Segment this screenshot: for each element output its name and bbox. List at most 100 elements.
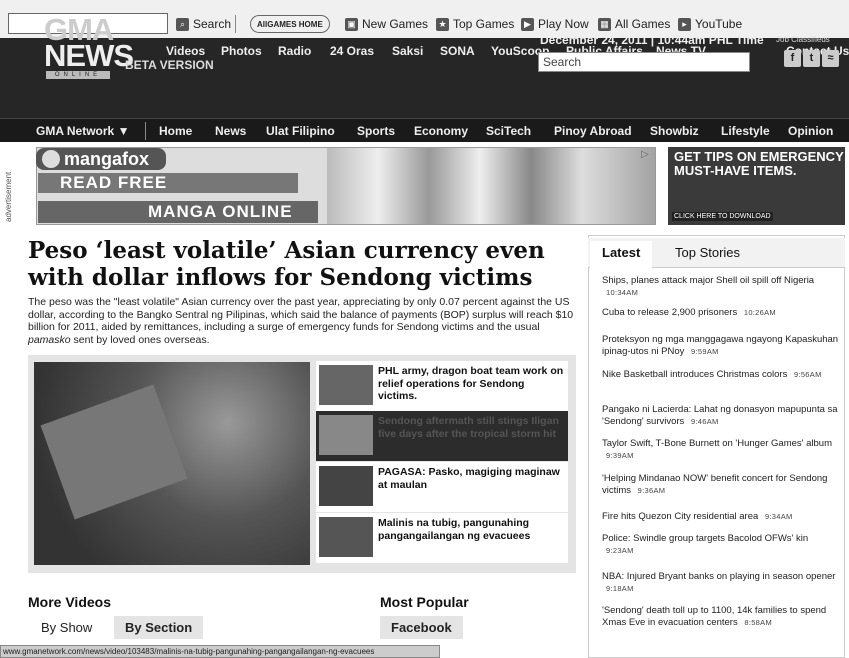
news-item-time: 9:23AM <box>606 546 634 555</box>
ad-manga-online-text: MANGA ONLINE <box>38 201 318 223</box>
toolbar-search-button[interactable]: ⌕ Search <box>176 14 231 34</box>
toolbar-divider <box>235 15 236 33</box>
nav-24-oras[interactable]: 24 Oras <box>330 44 374 58</box>
nav-news[interactable]: News <box>215 124 246 138</box>
most-popular-heading: Most Popular <box>380 594 469 610</box>
news-logo-text[interactable]: NEWS <box>44 38 134 74</box>
tab-latest[interactable]: Latest <box>590 241 653 268</box>
emergency-ad-text: GET TIPS ON EMERGENCY MUST-HAVE ITEMS. <box>674 149 844 178</box>
rss-icon[interactable]: ≈ <box>822 50 839 67</box>
mangafox-logo-icon <box>42 150 60 168</box>
allgames-home-button[interactable]: AllGAMES HOME <box>250 15 330 33</box>
news-item-time: 9:59AM <box>691 347 719 356</box>
latest-news-item[interactable]: Ships, planes attack major Shell oil spi… <box>602 275 839 299</box>
related-story[interactable]: Malinis na tubig, pangunahing pangangail… <box>316 513 568 563</box>
online-label: ONLINE <box>46 71 110 79</box>
news-item-title: Taylor Swift, T-Bone Burnett on 'Hunger … <box>602 438 832 449</box>
tab-top-stories[interactable]: Top Stories <box>663 241 752 268</box>
latest-news-item[interactable]: Pangako ni Lacierda: Lahat ng donasyon m… <box>602 404 839 428</box>
news-item-time: 10:26AM <box>743 308 776 317</box>
news-item-time: 9:18AM <box>606 584 634 593</box>
news-item-title: Ships, planes attack major Shell oil spi… <box>602 275 815 286</box>
facebook-icon[interactable]: f <box>784 50 801 67</box>
youtube-link[interactable]: ▸ YouTube <box>678 14 742 34</box>
news-item-title: Nike Basketball introduces Christmas col… <box>602 369 788 380</box>
ad-read-free-text: READ FREE <box>38 173 298 193</box>
related-thumbnail <box>319 517 373 557</box>
site-search-input[interactable]: Search <box>538 52 750 72</box>
news-item-time: 9:34AM <box>764 512 793 521</box>
related-thumbnail <box>319 466 373 506</box>
latest-news-item[interactable]: Proteksyon ng mga manggagawa ngayong Kap… <box>602 334 839 358</box>
nav-gma-network[interactable]: GMA Network ▼ <box>36 124 129 138</box>
nav-showbiz[interactable]: Showbiz <box>650 124 699 138</box>
nav-divider <box>145 122 146 140</box>
nav-opinion[interactable]: Opinion <box>788 124 833 138</box>
related-story[interactable]: PAGASA: Pasko, magiging maginaw at maula… <box>316 462 568 512</box>
news-item-time: 9:39AM <box>606 451 634 460</box>
nav-economy[interactable]: Economy <box>414 124 468 138</box>
nav-sports[interactable]: Sports <box>357 124 395 138</box>
more-videos-heading: More Videos <box>28 594 111 610</box>
article-headline[interactable]: Peso ‘least volatile’ Asian currency eve… <box>28 237 588 291</box>
related-story[interactable]: PHL army, dragon boat team work on relie… <box>316 361 568 411</box>
nav-pinoy-abroad[interactable]: Pinoy Abroad <box>554 124 632 138</box>
all-games-link[interactable]: ▦ All Games <box>598 14 670 34</box>
game-icon: ▣ <box>345 17 358 31</box>
twitter-icon[interactable]: t <box>803 50 820 67</box>
main-nav: GMA Network ▼ Home News Ulat Filipino Sp… <box>0 118 849 142</box>
tab-facebook[interactable]: Facebook <box>380 616 463 639</box>
nav-scitech[interactable]: SciTech <box>486 124 531 138</box>
news-item-title: Cuba to release 2,900 prisoners <box>602 307 738 318</box>
manga-art-image <box>327 148 655 224</box>
search-icon: ⌕ <box>176 17 189 31</box>
related-thumbnail <box>319 415 373 455</box>
date-time: December 24, 2011 | 10:44am PHL Time <box>540 33 764 47</box>
news-item-time: 9:46AM <box>690 417 719 426</box>
nav-saksi[interactable]: Saksi <box>392 44 423 58</box>
nav-ulat-filipino[interactable]: Ulat Filipino <box>266 124 335 138</box>
news-item-title: Police: Swindle group targets Bacolod OF… <box>602 533 809 544</box>
latest-news-item[interactable]: Police: Swindle group targets Bacolod OF… <box>602 533 839 557</box>
latest-news-item[interactable]: 'Helping Mindanao NOW' benefit concert f… <box>602 473 839 497</box>
article-lead: The peso was the "least volatile" Asian … <box>28 296 574 346</box>
grid-icon: ▦ <box>598 17 611 31</box>
nav-videos[interactable]: Videos <box>166 44 205 58</box>
latest-news-item[interactable]: Fire hits Quezon City residential area 9… <box>602 511 839 523</box>
latest-news-item[interactable]: 'Sendong' death toll up to 1100, 14k fam… <box>602 605 839 629</box>
tab-by-show[interactable]: By Show <box>30 616 104 639</box>
play-icon: ▶ <box>521 17 534 31</box>
latest-news-item[interactable]: Nike Basketball introduces Christmas col… <box>602 369 839 381</box>
emergency-ad-cta[interactable]: CLICK HERE TO DOWNLOAD <box>672 212 773 221</box>
nav-radio[interactable]: Radio <box>278 44 311 58</box>
new-games-link[interactable]: ▣ New Games <box>345 14 428 34</box>
news-item-title: 'Helping Mindanao NOW' benefit concert f… <box>602 473 828 496</box>
news-item-title: Pangako ni Lacierda: Lahat ng donasyon m… <box>602 404 838 427</box>
trophy-icon: ★ <box>436 17 449 31</box>
tab-by-section[interactable]: By Section <box>114 616 204 639</box>
status-bar-url: www.gmanetwork.com/news/video/103483/mal… <box>0 645 440 658</box>
nav-sona[interactable]: SONA <box>440 44 475 58</box>
job-classifieds-link[interactable]: Job Classifieds <box>776 35 830 44</box>
nav-photos[interactable]: Photos <box>221 44 262 58</box>
latest-news-item[interactable]: NBA: Injured Bryant banks on playing in … <box>602 571 839 595</box>
adchoices-icon[interactable]: ▷ <box>641 149 649 160</box>
latest-news-item[interactable]: Cuba to release 2,900 prisoners 10:26AM <box>602 307 839 319</box>
news-item-title: 'Sendong' death toll up to 1100, 14k fam… <box>602 605 827 628</box>
search-icon[interactable]: ⚲ <box>730 52 750 72</box>
news-item-time: 8:58AM <box>744 618 773 627</box>
top-games-link[interactable]: ★ Top Games <box>436 14 514 34</box>
play-now-link[interactable]: ▶ Play Now <box>521 14 589 34</box>
news-item-time: 9:56AM <box>793 370 822 379</box>
news-item-title: NBA: Injured Bryant banks on playing in … <box>602 571 836 582</box>
related-story[interactable]: Sendong aftermath still stings Iligan fi… <box>316 411 568 461</box>
main-story-photo[interactable] <box>34 362 310 565</box>
related-thumbnail <box>319 365 373 405</box>
youtube-icon: ▸ <box>678 17 691 31</box>
nav-home[interactable]: Home <box>159 124 192 138</box>
news-item-title: Fire hits Quezon City residential area <box>602 511 759 522</box>
latest-news-item[interactable]: Taylor Swift, T-Bone Burnett on 'Hunger … <box>602 438 839 462</box>
nav-lifestyle[interactable]: Lifestyle <box>721 124 770 138</box>
news-item-time: 9:36AM <box>637 486 666 495</box>
beta-version-label: BETA VERSION <box>125 58 214 72</box>
